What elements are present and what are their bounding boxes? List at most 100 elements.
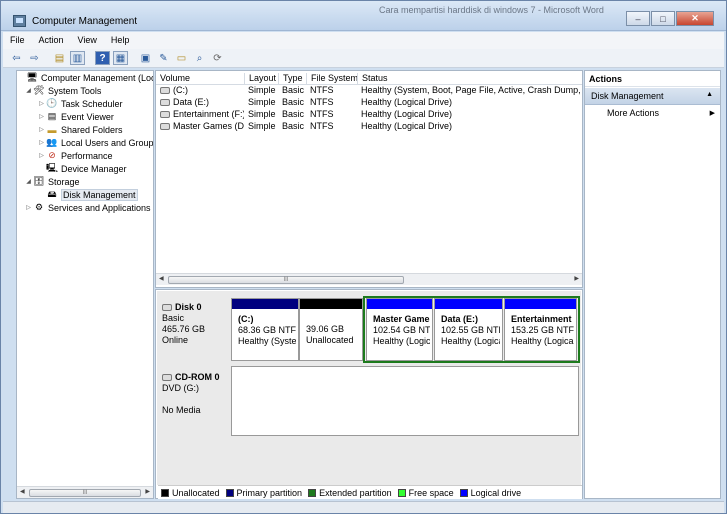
forward-icon[interactable]: ⇨ [27,51,42,65]
partition-name: Data (E:) [441,314,479,324]
collapse-up-icon[interactable]: ▲ [706,91,713,98]
legend-swatch [225,489,234,498]
volume-cell: Entertainment (F:) [156,109,244,119]
volume-row[interactable]: Data (E:) Simple Basic NTFS Healthy (Log… [156,97,582,109]
partition-color-bar [300,299,362,309]
tree-item-disk-management[interactable]: 🖴 Disk Management [37,188,138,201]
tree-item-task-scheduler[interactable]: ▷ 🕒 Task Scheduler [37,97,122,110]
title-bar[interactable]: Cara mempartisi harddisk di windows 7 - … [1,1,726,31]
tree-item-local-users-and-groups[interactable]: ▷ 👥 Local Users and Groups [37,136,154,149]
volume-name: (C:) [173,85,188,95]
legend-swatch [459,489,468,498]
up-folder-icon[interactable]: ▤ [52,51,67,65]
tree-label: Local Users and Groups [61,137,154,148]
volume-row[interactable]: (C:) Simple Basic NTFS Healthy (System, … [156,85,582,97]
expand-arrow-icon[interactable]: ▷ [37,126,46,133]
expand-arrow-icon[interactable]: ▷ [37,139,46,146]
disk-0-title: Disk 0 [162,302,227,313]
tree-item-event-viewer[interactable]: ▷ ▤ Event Viewer [37,110,114,123]
partition-unallocated[interactable]: 39.06 GB Unallocated [299,298,363,361]
column-header-layout[interactable]: Layout [244,73,276,84]
layout-cell: Simple [248,85,276,95]
window-controls: – □ ✕ [626,11,714,26]
fs-cell: NTFS [310,97,334,107]
volume-horizontal-scrollbar[interactable]: ◀ III ▶ [156,273,582,285]
scroll-left-icon[interactable]: ◀ [20,488,25,495]
help-icon[interactable]: ? [95,51,110,65]
partition-size: 102.55 GB NTFS [441,325,500,335]
status-bar [3,501,724,513]
minimize-button[interactable]: – [626,11,650,26]
scroll-right-icon[interactable]: ▶ [574,275,579,282]
cdrom-media: No Media [162,405,201,415]
folder-open-icon[interactable]: ▭ [174,51,189,65]
partition-status: Healthy (Logica [373,336,430,346]
partition-info: Master Games 102.54 GB NTFS Healthy (Log… [373,314,430,347]
open-icon[interactable]: ✎ [156,51,171,65]
scroll-thumb[interactable]: III [168,276,404,284]
properties-icon[interactable]: ▣ [138,51,153,65]
refresh-icon[interactable]: ⟳ [210,51,225,65]
scroll-right-icon[interactable]: ▶ [145,488,150,495]
scroll-left-icon[interactable]: ◀ [159,275,164,282]
column-header-file-system[interactable]: File System [306,73,358,84]
partition-status: Unallocated [306,335,354,345]
column-header-type[interactable]: Type [278,73,303,84]
tree-item-device-manager[interactable]: 🖳 Device Manager [37,162,127,175]
column-header-volume[interactable]: Volume [156,73,190,84]
partition-status: Healthy (Logica [441,336,500,346]
partition-c[interactable]: (C:) 68.36 GB NTFS Healthy (Syster [231,298,299,361]
cdrom-0-label[interactable]: CD-ROM 0 DVD (G:) No Media [158,366,231,436]
actions-pane: Actions Disk Management ▲ More Actions ▶ [584,70,721,499]
expand-arrow-icon[interactable]: ▷ [37,152,46,159]
tree-item-services-and-applications[interactable]: ▷ ⚙ Services and Applications [24,201,151,214]
partition-master-games[interactable]: Master Games 102.54 GB NTFS Healthy (Log… [366,298,433,361]
search-icon[interactable]: ⌕ [192,51,207,65]
partition-data-e[interactable]: Data (E:) 102.55 GB NTFS Healthy (Logica [434,298,503,361]
show-hide-action-icon[interactable]: ▦ [113,51,128,65]
maximize-button[interactable]: □ [651,11,675,26]
volume-row[interactable]: Entertainment (F:) Simple Basic NTFS Hea… [156,109,582,121]
show-hide-tree-icon[interactable]: ▥ [70,51,85,65]
actions-section-disk-management[interactable]: Disk Management ▲ [585,88,720,105]
menu-file[interactable]: File [3,32,32,49]
tree-item-system-tools[interactable]: ◢ 🛠 System Tools [24,84,101,97]
more-actions-item[interactable]: More Actions ▶ [607,108,715,122]
collapse-arrow-icon[interactable]: ◢ [24,87,33,94]
tree-horizontal-scrollbar[interactable]: ◀ III ▶ [17,486,153,498]
legend-item: Extended partition [308,488,392,498]
disk-map: Disk 0 Basic 465.76 GB Online (C:) 68.36… [155,289,583,499]
menu-action[interactable]: Action [32,32,71,49]
cdrom-name: CD-ROM 0 [175,372,220,382]
toolbar-separator [88,51,92,65]
expand-arrow-icon[interactable]: ▷ [37,113,46,120]
fs-cell: NTFS [310,121,334,131]
partition-entertainment[interactable]: Entertainment 153.25 GB NTFS Healthy (Lo… [504,298,577,361]
back-icon[interactable]: ⇦ [9,51,24,65]
volume-cell: (C:) [156,85,244,95]
tree-label: Services and Applications [48,202,151,213]
column-header-status[interactable]: Status [357,73,388,84]
submenu-arrow-icon: ▶ [709,110,715,117]
partition-size: 39.06 GB [306,324,345,334]
partition-color-bar [367,299,432,309]
status-cell: Healthy (Logical Drive) [361,109,453,119]
menu-view[interactable]: View [71,32,104,49]
disk-0-label[interactable]: Disk 0 Basic 465.76 GB Online [158,296,231,364]
partition-status: Healthy (Syster [238,336,296,346]
storage-icon: 🗄 [33,176,45,186]
cdrom-volume-area[interactable] [231,366,579,436]
tree-item-shared-folders[interactable]: ▷ ▬ Shared Folders [37,123,122,136]
expand-arrow-icon[interactable]: ▷ [24,204,33,211]
scroll-thumb[interactable]: III [29,489,141,497]
menu-help[interactable]: Help [104,32,137,49]
disk-management-icon: 🖴 [47,188,57,199]
legend-label: Extended partition [319,487,392,498]
close-button[interactable]: ✕ [676,11,714,26]
collapse-arrow-icon[interactable]: ◢ [24,178,33,185]
partition-info: (C:) 68.36 GB NTFS Healthy (Syster [238,314,296,347]
volume-row[interactable]: Master Games (D:) Simple Basic NTFS Heal… [156,121,582,133]
tree-item-computer-management[interactable]: 🖥 Computer Management (Local [17,71,153,84]
expand-arrow-icon[interactable]: ▷ [37,100,46,107]
volume-list-header: Volume Layout Type File System Status [156,71,582,85]
